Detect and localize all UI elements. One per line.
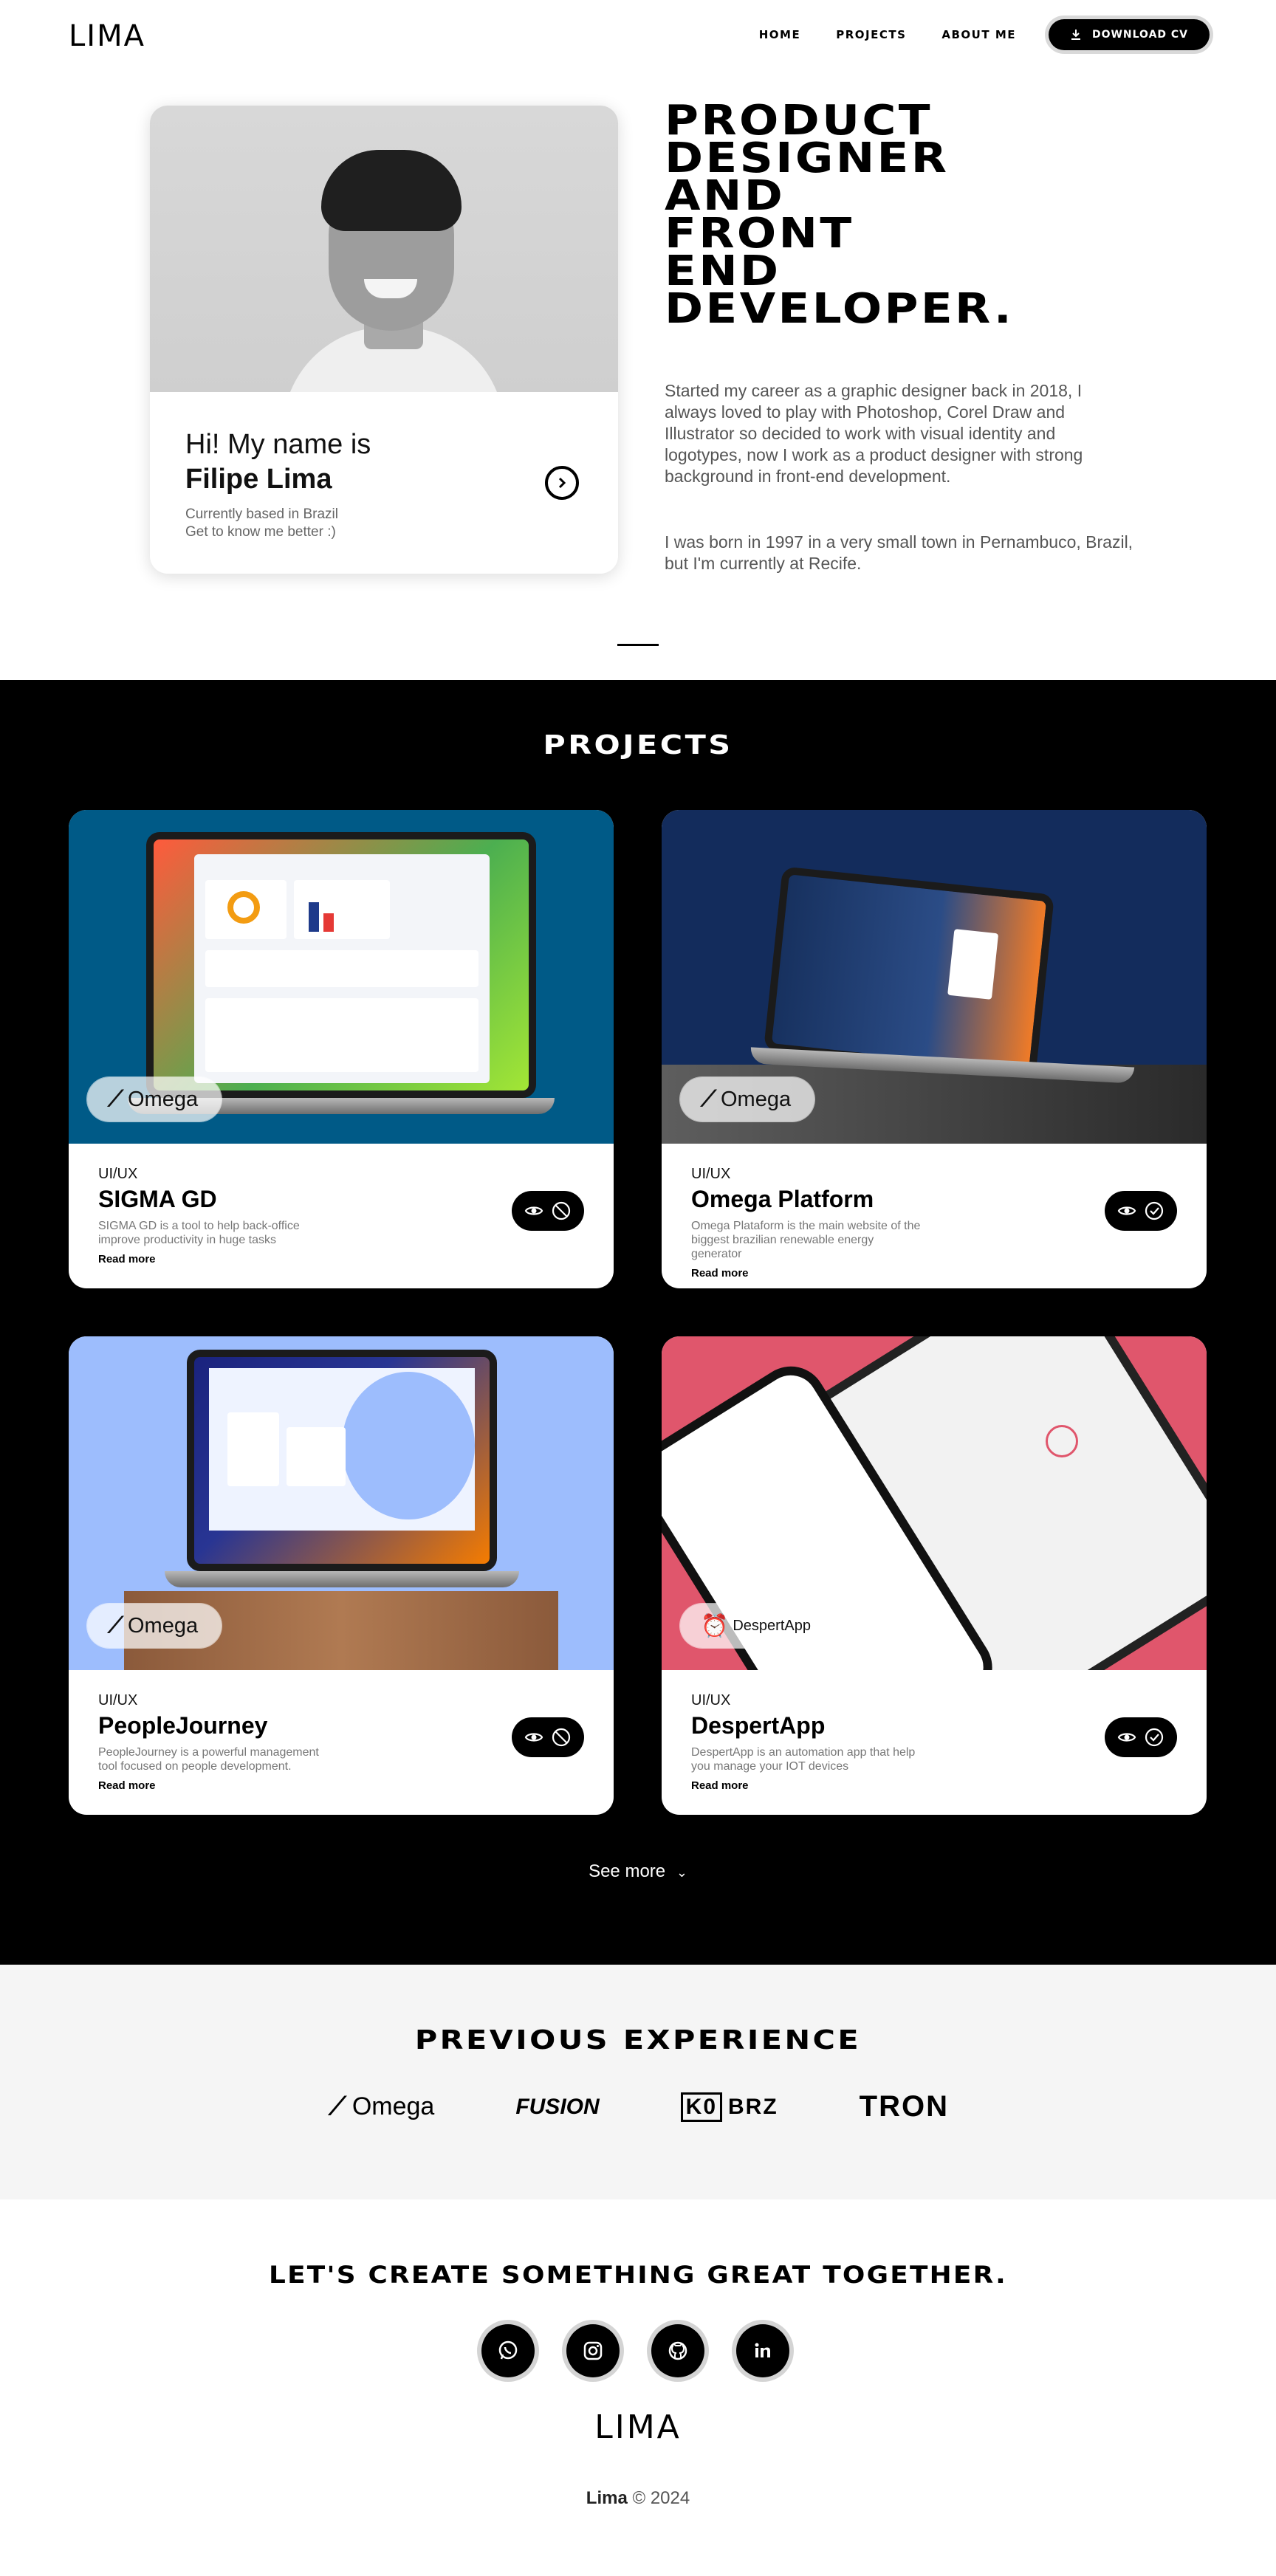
social-links	[481, 2324, 789, 2377]
project-actions[interactable]	[512, 1191, 584, 1231]
projects-section: PROJECTS ⟋ Omega UI/UX SIGMA GD SIGMA GD …	[0, 680, 1276, 1965]
headline-line: DEVELOPER.	[665, 285, 1015, 333]
company-logo-fusion: FUSION	[515, 2095, 599, 2120]
project-description: Omega Plataform is the main website of t…	[691, 1220, 921, 1260]
whatsapp-icon[interactable]	[481, 2324, 535, 2377]
profile-name: Filipe Lima	[185, 464, 332, 495]
know-me-text: Get to know me better :)	[185, 524, 336, 540]
site-logo[interactable]: LIMA	[69, 19, 145, 53]
download-icon	[1071, 30, 1080, 40]
company-logo-brz: K0 BRZ	[680, 2092, 778, 2122]
chevron-down-icon: ⌄	[676, 1865, 687, 1880]
site-header: LIMA HOME PROJECTS ABOUT ME DOWNLOAD CV	[0, 0, 1276, 68]
badge-label: Omega	[721, 1087, 792, 1111]
profile-card[interactable]: Hi! My name is Filipe Lima Currently bas…	[150, 106, 618, 574]
company-logo-tron: TRON	[860, 2090, 949, 2123]
read-more-link[interactable]: Read more	[691, 1267, 1075, 1280]
greeting: Hi! My name is	[185, 429, 371, 460]
download-cv-label: DOWNLOAD CV	[1091, 29, 1189, 41]
project-title: DespertApp	[691, 1712, 826, 1739]
check-circle-icon[interactable]	[1144, 1727, 1164, 1748]
nav-home[interactable]: HOME	[759, 28, 800, 41]
project-type: UI/UX	[691, 1166, 731, 1182]
project-description: PeopleJourney is a powerful management t…	[98, 1746, 319, 1773]
nav-about-me[interactable]: ABOUT ME	[941, 28, 1016, 41]
bio-paragraph-2: I was born in 1997 in a very small town …	[665, 532, 1133, 573]
omega-logo-icon: ⟋	[701, 1087, 716, 1111]
read-more-link[interactable]: Read more	[691, 1779, 1075, 1792]
footer-logo[interactable]: LIMA	[0, 2408, 1276, 2446]
read-more-link[interactable]: Read more	[98, 1253, 482, 1265]
download-cv-button[interactable]: DOWNLOAD CV	[1049, 19, 1210, 50]
linkedin-icon[interactable]	[736, 2324, 789, 2377]
read-more-link[interactable]: Read more	[98, 1779, 482, 1792]
project-card-sigma-gd[interactable]: ⟋ Omega UI/UX SIGMA GD SIGMA GD is a tool…	[69, 810, 614, 1288]
company-logo-omega: ⟋ Omega	[329, 2092, 435, 2120]
eye-off-icon[interactable]	[551, 1727, 572, 1748]
eye-icon[interactable]	[524, 1728, 543, 1747]
nav-projects[interactable]: PROJECTS	[836, 28, 906, 41]
project-badge: ⏰ DespertApp	[680, 1604, 834, 1648]
project-type: UI/UX	[98, 1166, 138, 1182]
main-nav: HOME PROJECTS ABOUT ME DOWNLOAD CV	[724, 19, 1210, 50]
see-more-label: See more	[589, 1861, 666, 1881]
eye-icon[interactable]	[524, 1201, 543, 1220]
company-logos: ⟋ Omega FUSION K0 BRZ TRON	[329, 2090, 949, 2123]
experience-section: PREVIOUS EXPERIENCE ⟋ Omega FUSION K0 BRZ …	[0, 1965, 1276, 2199]
footer-cta: LET'S CREATE SOMETHING GREAT TOGETHER.	[269, 2261, 1007, 2289]
project-actions[interactable]	[512, 1717, 584, 1757]
projects-title: PROJECTS	[543, 730, 733, 760]
project-card-peoplejourney[interactable]: ⟋ Omega UI/UX PeopleJourney PeopleJourney…	[69, 1336, 614, 1815]
project-card-despertapp[interactable]: ⏰ DespertApp UI/UX DespertApp DespertApp …	[662, 1336, 1207, 1815]
alarm-clock-icon: ⏰	[701, 1613, 729, 1638]
omega-logo-icon: ⟋	[108, 1613, 123, 1638]
company-name: Omega	[351, 2092, 435, 2120]
company-name: TRON	[859, 2090, 949, 2123]
project-description: DespertApp is an automation app that hel…	[691, 1746, 916, 1773]
check-circle-icon[interactable]	[1144, 1201, 1164, 1221]
badge-label: Omega	[128, 1613, 199, 1638]
badge-label: DespertApp	[733, 1617, 811, 1634]
project-title: PeopleJourney	[98, 1712, 268, 1739]
experience-title: PREVIOUS EXPERIENCE	[414, 2025, 862, 2055]
chevron-right-icon[interactable]	[545, 466, 579, 500]
badge-label: Omega	[128, 1087, 199, 1111]
see-more-button[interactable]: See more ⌄	[0, 1861, 1276, 1882]
copyright-year: © 2024	[632, 2488, 690, 2508]
project-title: Omega Platform	[691, 1186, 874, 1212]
eye-icon[interactable]	[1117, 1728, 1136, 1747]
omega-logo-icon: ⟋	[108, 1087, 123, 1111]
project-actions[interactable]	[1105, 1717, 1177, 1757]
location-text: Currently based in Brazil	[185, 506, 338, 522]
project-type: UI/UX	[98, 1692, 138, 1708]
hero-headline: PRODUCT DESIGNER AND FRONT END DEVELOPER…	[665, 100, 1015, 333]
eye-off-icon[interactable]	[551, 1201, 572, 1221]
project-actions[interactable]	[1105, 1191, 1177, 1231]
project-badge: ⟋ Omega	[680, 1077, 815, 1122]
company-name: FUSION	[515, 2094, 600, 2119]
profile-photo	[150, 106, 618, 392]
bio-paragraph-1: Started my career as a graphic designer …	[665, 381, 1083, 486]
copyright: Lima © 2024	[0, 2488, 1276, 2509]
project-description: SIGMA GD is a tool to help back-office i…	[98, 1220, 300, 1246]
project-card-omega-platform[interactable]: ⟋ Omega UI/UX Omega Platform Omega Plataf…	[662, 810, 1207, 1288]
project-badge: ⟋ Omega	[87, 1077, 222, 1122]
instagram-icon[interactable]	[566, 2324, 620, 2377]
project-badge: ⟋ Omega	[87, 1604, 222, 1648]
project-type: UI/UX	[691, 1692, 731, 1708]
copyright-name: Lima	[586, 2488, 628, 2508]
section-divider	[617, 644, 659, 646]
eye-icon[interactable]	[1117, 1201, 1136, 1220]
github-icon[interactable]	[651, 2324, 704, 2377]
company-name: BRZ	[728, 2094, 778, 2119]
project-title: SIGMA GD	[98, 1186, 217, 1212]
